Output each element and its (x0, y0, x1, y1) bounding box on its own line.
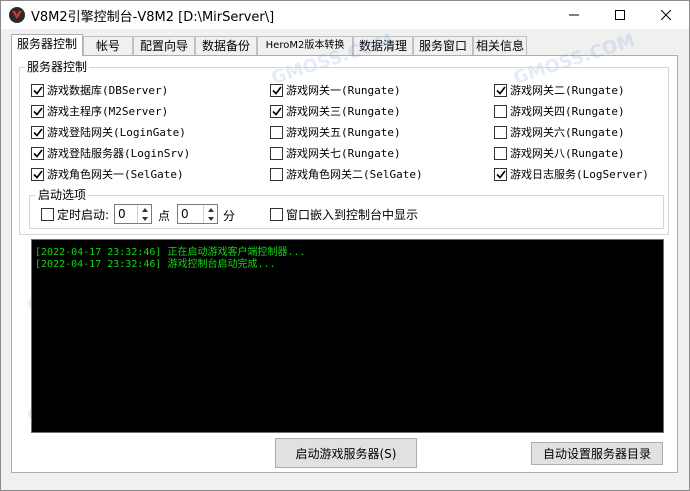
server-checkbox-label: 游戏网关五(Rungate) (286, 126, 401, 139)
server-checkbox[interactable]: 游戏网关四(Rungate) (494, 103, 625, 119)
checkmark-icon (32, 86, 43, 95)
checkbox-box[interactable] (270, 146, 283, 160)
server-checkbox[interactable]: 游戏登陆服务器(LoginSrv) (31, 145, 190, 161)
checkbox-box[interactable] (270, 83, 283, 97)
checkmark-icon (271, 107, 282, 116)
server-checkbox[interactable]: 游戏登陆网关(LoginGate) (31, 124, 186, 140)
log-console[interactable]: [2022-04-17 23:32:46] 正在启动游戏客户端控制器... [2… (31, 239, 664, 433)
server-checkbox-label: 游戏网关六(Rungate) (510, 126, 625, 139)
server-checkbox-label: 游戏角色网关二(SelGate) (286, 168, 423, 181)
timed-start-checkbox[interactable]: 定时启动: (41, 206, 109, 222)
minimize-button[interactable] (551, 1, 597, 29)
checkbox-box[interactable] (270, 207, 283, 221)
checkmark-icon (32, 128, 43, 137)
server-checkbox-label: 游戏登陆网关(LoginGate) (47, 126, 186, 139)
tab-service-window[interactable]: 服务窗口 (413, 36, 473, 55)
server-checkbox[interactable]: 游戏网关一(Rungate) (270, 82, 401, 98)
checkmark-icon (32, 149, 43, 158)
tab-data-backup[interactable]: 数据备份 (195, 36, 257, 55)
window-title: V8M2引擎控制台-V8M2 [D:\MirServer\] (31, 10, 275, 25)
checkmark-icon (271, 86, 282, 95)
tab-data-cleanup[interactable]: 数据清理 (353, 36, 413, 55)
checkbox-box[interactable] (494, 167, 507, 181)
close-button[interactable] (643, 1, 689, 29)
spin-down-icon[interactable] (204, 214, 217, 223)
main-window: V8M2引擎控制台-V8M2 [D:\MirServer\] 服务器控制 帐号 … (0, 0, 690, 491)
hour-value: 0 (118, 207, 126, 221)
checkbox-box[interactable] (270, 167, 283, 181)
checkbox-box[interactable] (31, 146, 44, 160)
checkbox-box[interactable] (494, 83, 507, 97)
start-game-server-button[interactable]: 启动游戏服务器(S) (275, 438, 417, 468)
checkmark-icon (495, 86, 506, 95)
tab-server-control[interactable]: 服务器控制 (11, 34, 83, 56)
server-checkbox-label: 游戏网关七(Rungate) (286, 147, 401, 160)
server-checkbox-label: 游戏日志服务(LogServer) (510, 168, 649, 181)
checkbox-box[interactable] (270, 104, 283, 118)
server-checkbox-label: 游戏主程序(M2Server) (47, 105, 169, 118)
checkmark-icon (32, 107, 43, 116)
server-checkbox[interactable]: 游戏角色网关二(SelGate) (270, 166, 423, 182)
checkbox-box[interactable] (31, 104, 44, 118)
checkbox-box[interactable] (41, 207, 54, 221)
server-checkbox-label: 游戏网关三(Rungate) (286, 105, 401, 118)
checkmark-icon (32, 170, 43, 179)
hour-spinner[interactable]: 0 (114, 204, 152, 224)
checkbox-box[interactable] (494, 125, 507, 139)
close-icon (661, 10, 671, 20)
server-checkbox[interactable]: 游戏日志服务(LogServer) (494, 166, 649, 182)
checkbox-box[interactable] (270, 125, 283, 139)
maximize-icon (615, 10, 625, 20)
server-control-group-title: 服务器控制 (25, 60, 90, 74)
title-bar: V8M2引擎控制台-V8M2 [D:\MirServer\] (1, 1, 689, 29)
server-checkbox-label: 游戏网关四(Rungate) (510, 105, 625, 118)
checkmark-icon (495, 170, 506, 179)
server-checkbox[interactable]: 游戏网关三(Rungate) (270, 103, 401, 119)
auto-set-server-dir-button[interactable]: 自动设置服务器目录 (531, 442, 663, 465)
embed-window-label: 窗口嵌入到控制台中显示 (286, 207, 419, 222)
spin-down-icon[interactable] (138, 214, 151, 223)
tab-about[interactable]: 相关信息 (473, 36, 527, 55)
minimize-icon (569, 14, 579, 16)
log-line: [2022-04-17 23:32:46] 游戏控制台启动完成... (35, 259, 276, 270)
minute-unit: 分 (223, 209, 236, 223)
server-checkbox[interactable]: 游戏网关八(Rungate) (494, 145, 625, 161)
server-checkbox[interactable]: 游戏角色网关一(SelGate) (31, 166, 184, 182)
server-checkbox[interactable]: 游戏数据库(DBServer) (31, 82, 168, 98)
hour-unit: 点 (158, 209, 171, 223)
startup-options-title: 启动选项 (36, 188, 89, 202)
checkbox-box[interactable] (494, 104, 507, 118)
maximize-button[interactable] (597, 1, 643, 29)
spin-up-icon[interactable] (138, 205, 151, 214)
tab-herom2-convert[interactable]: HeroM2版本转换 (257, 36, 353, 55)
server-checkbox-label: 游戏网关一(Rungate) (286, 84, 401, 97)
spin-up-icon[interactable] (204, 205, 217, 214)
server-checkbox[interactable]: 游戏网关二(Rungate) (494, 82, 625, 98)
server-checkbox[interactable]: 游戏主程序(M2Server) (31, 103, 168, 119)
server-checkbox-label: 游戏数据库(DBServer) (47, 84, 169, 97)
server-checkbox[interactable]: 游戏网关五(Rungate) (270, 124, 401, 140)
checkbox-box[interactable] (31, 125, 44, 139)
server-checkbox[interactable]: 游戏网关七(Rungate) (270, 145, 401, 161)
server-checkbox[interactable]: 游戏网关六(Rungate) (494, 124, 625, 140)
server-checkbox-label: 游戏角色网关一(SelGate) (47, 168, 184, 181)
checkbox-box[interactable] (31, 167, 44, 181)
tab-config-wizard[interactable]: 配置向导 (133, 36, 195, 55)
server-checkbox-label: 游戏网关二(Rungate) (510, 84, 625, 97)
minute-spinner[interactable]: 0 (177, 204, 218, 224)
tab-account[interactable]: 帐号 (83, 36, 133, 55)
timed-start-label: 定时启动: (57, 207, 110, 222)
server-checkbox-label: 游戏登陆服务器(LoginSrv) (47, 147, 191, 160)
checkbox-box[interactable] (494, 146, 507, 160)
server-checkbox-label: 游戏网关八(Rungate) (510, 147, 625, 160)
minute-value: 0 (181, 207, 189, 221)
checkbox-box[interactable] (31, 83, 44, 97)
embed-window-checkbox[interactable]: 窗口嵌入到控制台中显示 (270, 206, 418, 222)
app-logo-icon (9, 7, 25, 23)
